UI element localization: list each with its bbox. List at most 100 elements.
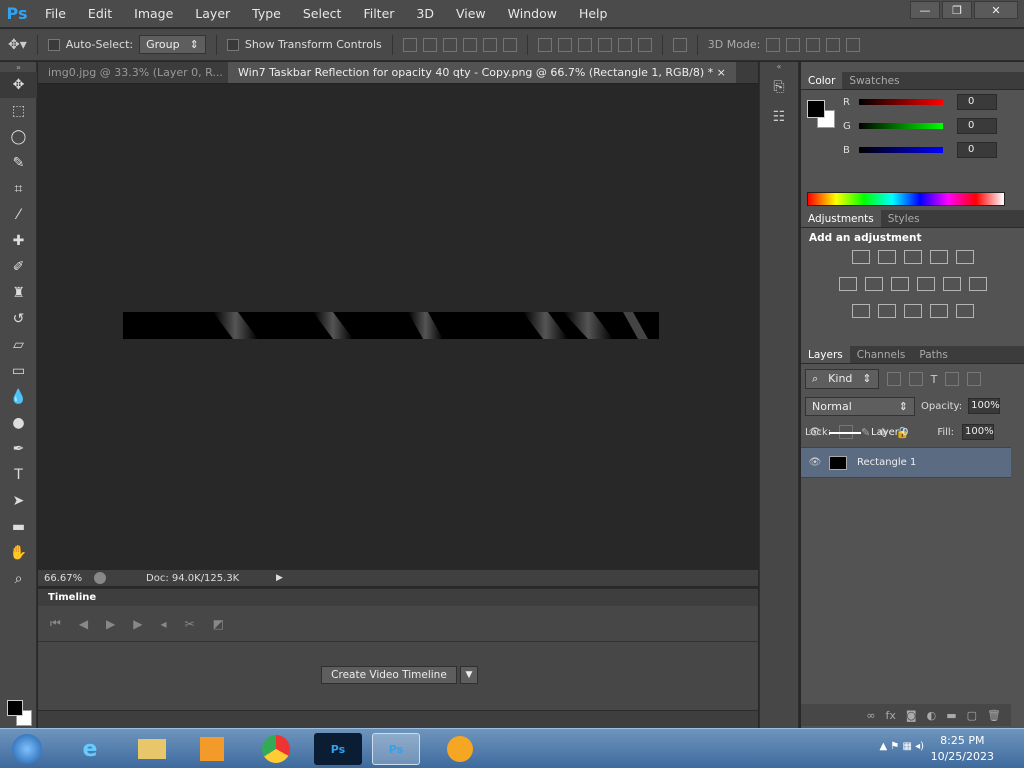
kind-dropdown[interactable]: ⌕ Kind ⇕ (805, 369, 879, 389)
hand-tool[interactable]: ✋ (0, 540, 37, 566)
move-tool[interactable]: ✥ (0, 72, 37, 98)
photoshop-icon[interactable]: Ps (314, 733, 362, 765)
b-value[interactable]: 0 (957, 142, 997, 158)
brush-tool[interactable]: ✐ (0, 254, 37, 280)
eyedropper-tool[interactable]: ⁄ (0, 202, 37, 228)
type-tool[interactable]: T (0, 462, 37, 488)
quick-select-tool[interactable]: ✎ (0, 150, 37, 176)
photo-filter-icon[interactable] (916, 277, 935, 291)
clone-stamp-tool[interactable]: ♜ (0, 280, 37, 306)
pen-tool[interactable]: ✒ (0, 436, 37, 462)
eye-icon[interactable]: 👁 (801, 427, 829, 438)
opacity-value[interactable]: 100% (968, 398, 1001, 414)
layer-row-layer0[interactable]: 👁 Layer 0 (801, 418, 1011, 448)
close-button[interactable]: ✕ (974, 1, 1018, 19)
r-value[interactable]: 0 (957, 94, 997, 110)
3d-rotate-icon[interactable] (766, 37, 781, 52)
link-icon[interactable]: ∞ (866, 709, 875, 722)
tab-color[interactable]: Color (801, 72, 843, 89)
minimize-button[interactable]: — (910, 1, 940, 19)
g-value[interactable]: 0 (957, 118, 997, 134)
canvas-area[interactable] (38, 84, 742, 570)
align-bottom-icon[interactable] (442, 37, 457, 52)
menu-select[interactable]: Select (292, 0, 353, 28)
channel-mixer-icon[interactable] (942, 277, 961, 291)
align-top-icon[interactable] (402, 37, 417, 52)
start-button[interactable] (2, 733, 52, 765)
doc-tab-img0[interactable]: img0.jpg @ 33.3% (Layer 0, R... × (38, 62, 228, 83)
layer-row-rectangle1[interactable]: 👁 Rectangle 1 (801, 448, 1011, 478)
tab-paths[interactable]: Paths (912, 346, 955, 363)
fx-icon[interactable]: fx (886, 709, 896, 722)
move-tool-icon[interactable]: ✥▾ (8, 37, 27, 53)
path-select-tool[interactable]: ➤ (0, 488, 37, 514)
3d-slide-icon[interactable] (826, 37, 841, 52)
tab-styles[interactable]: Styles (881, 210, 927, 227)
tab-layers[interactable]: Layers (801, 346, 850, 363)
brightness-icon[interactable] (851, 250, 870, 264)
pixel-filter-icon[interactable] (886, 372, 901, 386)
menu-file[interactable]: File (34, 0, 77, 28)
audio-icon[interactable]: ◂ (161, 617, 167, 631)
black-white-icon[interactable] (890, 277, 909, 291)
show-transform-checkbox[interactable] (226, 38, 239, 51)
menu-filter[interactable]: Filter (352, 0, 405, 28)
curves-icon[interactable] (903, 250, 922, 264)
lasso-tool[interactable]: ◯ (0, 124, 37, 150)
vibrance-icon[interactable] (955, 250, 974, 264)
photoshop-active-icon[interactable]: Ps (372, 733, 420, 765)
adjustment-filter-icon[interactable] (908, 372, 923, 386)
tray-icons[interactable]: ▲ ⚑ ▦ ◂) (879, 741, 924, 752)
distribute-top-icon[interactable] (537, 37, 552, 52)
distribute-right-icon[interactable] (637, 37, 652, 52)
gradient-map-icon[interactable] (955, 304, 974, 318)
distribute-hcenter-icon[interactable] (617, 37, 632, 52)
chrome-icon[interactable] (252, 733, 300, 765)
menu-type[interactable]: Type (241, 0, 292, 28)
g-slider[interactable] (859, 123, 943, 129)
history-icon[interactable]: ⎘ (760, 72, 798, 102)
r-slider[interactable] (859, 99, 943, 105)
document-canvas[interactable] (123, 312, 659, 339)
menu-help[interactable]: Help (568, 0, 619, 28)
tab-adjustments[interactable]: Adjustments (801, 210, 881, 227)
menu-layer[interactable]: Layer (184, 0, 241, 28)
menu-3d[interactable]: 3D (405, 0, 445, 28)
3d-scale-icon[interactable] (846, 37, 861, 52)
align-hcenter-icon[interactable] (482, 37, 497, 52)
menu-edit[interactable]: Edit (77, 0, 123, 28)
shape-filter-icon[interactable] (945, 372, 960, 386)
properties-icon[interactable]: ☷ (760, 102, 798, 132)
layer-name[interactable]: Rectangle 1 (857, 457, 916, 468)
selective-color-icon[interactable] (929, 304, 948, 318)
auto-align-icon[interactable] (672, 37, 687, 52)
layer-name[interactable]: Layer 0 (871, 427, 908, 438)
explorer-icon[interactable] (128, 733, 176, 765)
transition-icon[interactable]: ◩ (213, 617, 224, 631)
distribute-left-icon[interactable] (597, 37, 612, 52)
color-lookup-icon[interactable] (968, 277, 987, 291)
smart-object-filter-icon[interactable] (967, 372, 982, 386)
folder-icon[interactable]: ▬ (946, 709, 956, 722)
color-spectrum[interactable] (807, 192, 1005, 206)
hue-saturation-icon[interactable] (838, 277, 857, 291)
maximize-button[interactable]: ❐ (942, 1, 972, 19)
tab-channels[interactable]: Channels (850, 346, 913, 363)
type-filter-icon[interactable]: T (931, 373, 938, 386)
close-icon[interactable]: × (717, 66, 726, 79)
eye-icon[interactable]: 👁 (801, 457, 829, 468)
marquee-tool[interactable]: ⬚ (0, 98, 37, 124)
history-brush-tool[interactable]: ↺ (0, 306, 37, 332)
foreground-color-swatch[interactable] (7, 700, 23, 716)
threshold-icon[interactable] (903, 304, 922, 318)
levels-icon[interactable] (877, 250, 896, 264)
align-left-icon[interactable] (462, 37, 477, 52)
distribute-vcenter-icon[interactable] (557, 37, 572, 52)
blur-tool[interactable]: 💧 (0, 384, 37, 410)
3d-roll-icon[interactable] (786, 37, 801, 52)
tab-swatches[interactable]: Swatches (842, 72, 906, 89)
new-layer-icon[interactable]: ▢ (967, 709, 977, 722)
mask-icon[interactable]: ◙ (906, 709, 917, 722)
create-video-timeline-button[interactable]: Create Video Timeline (321, 666, 457, 684)
3d-pan-icon[interactable] (806, 37, 821, 52)
